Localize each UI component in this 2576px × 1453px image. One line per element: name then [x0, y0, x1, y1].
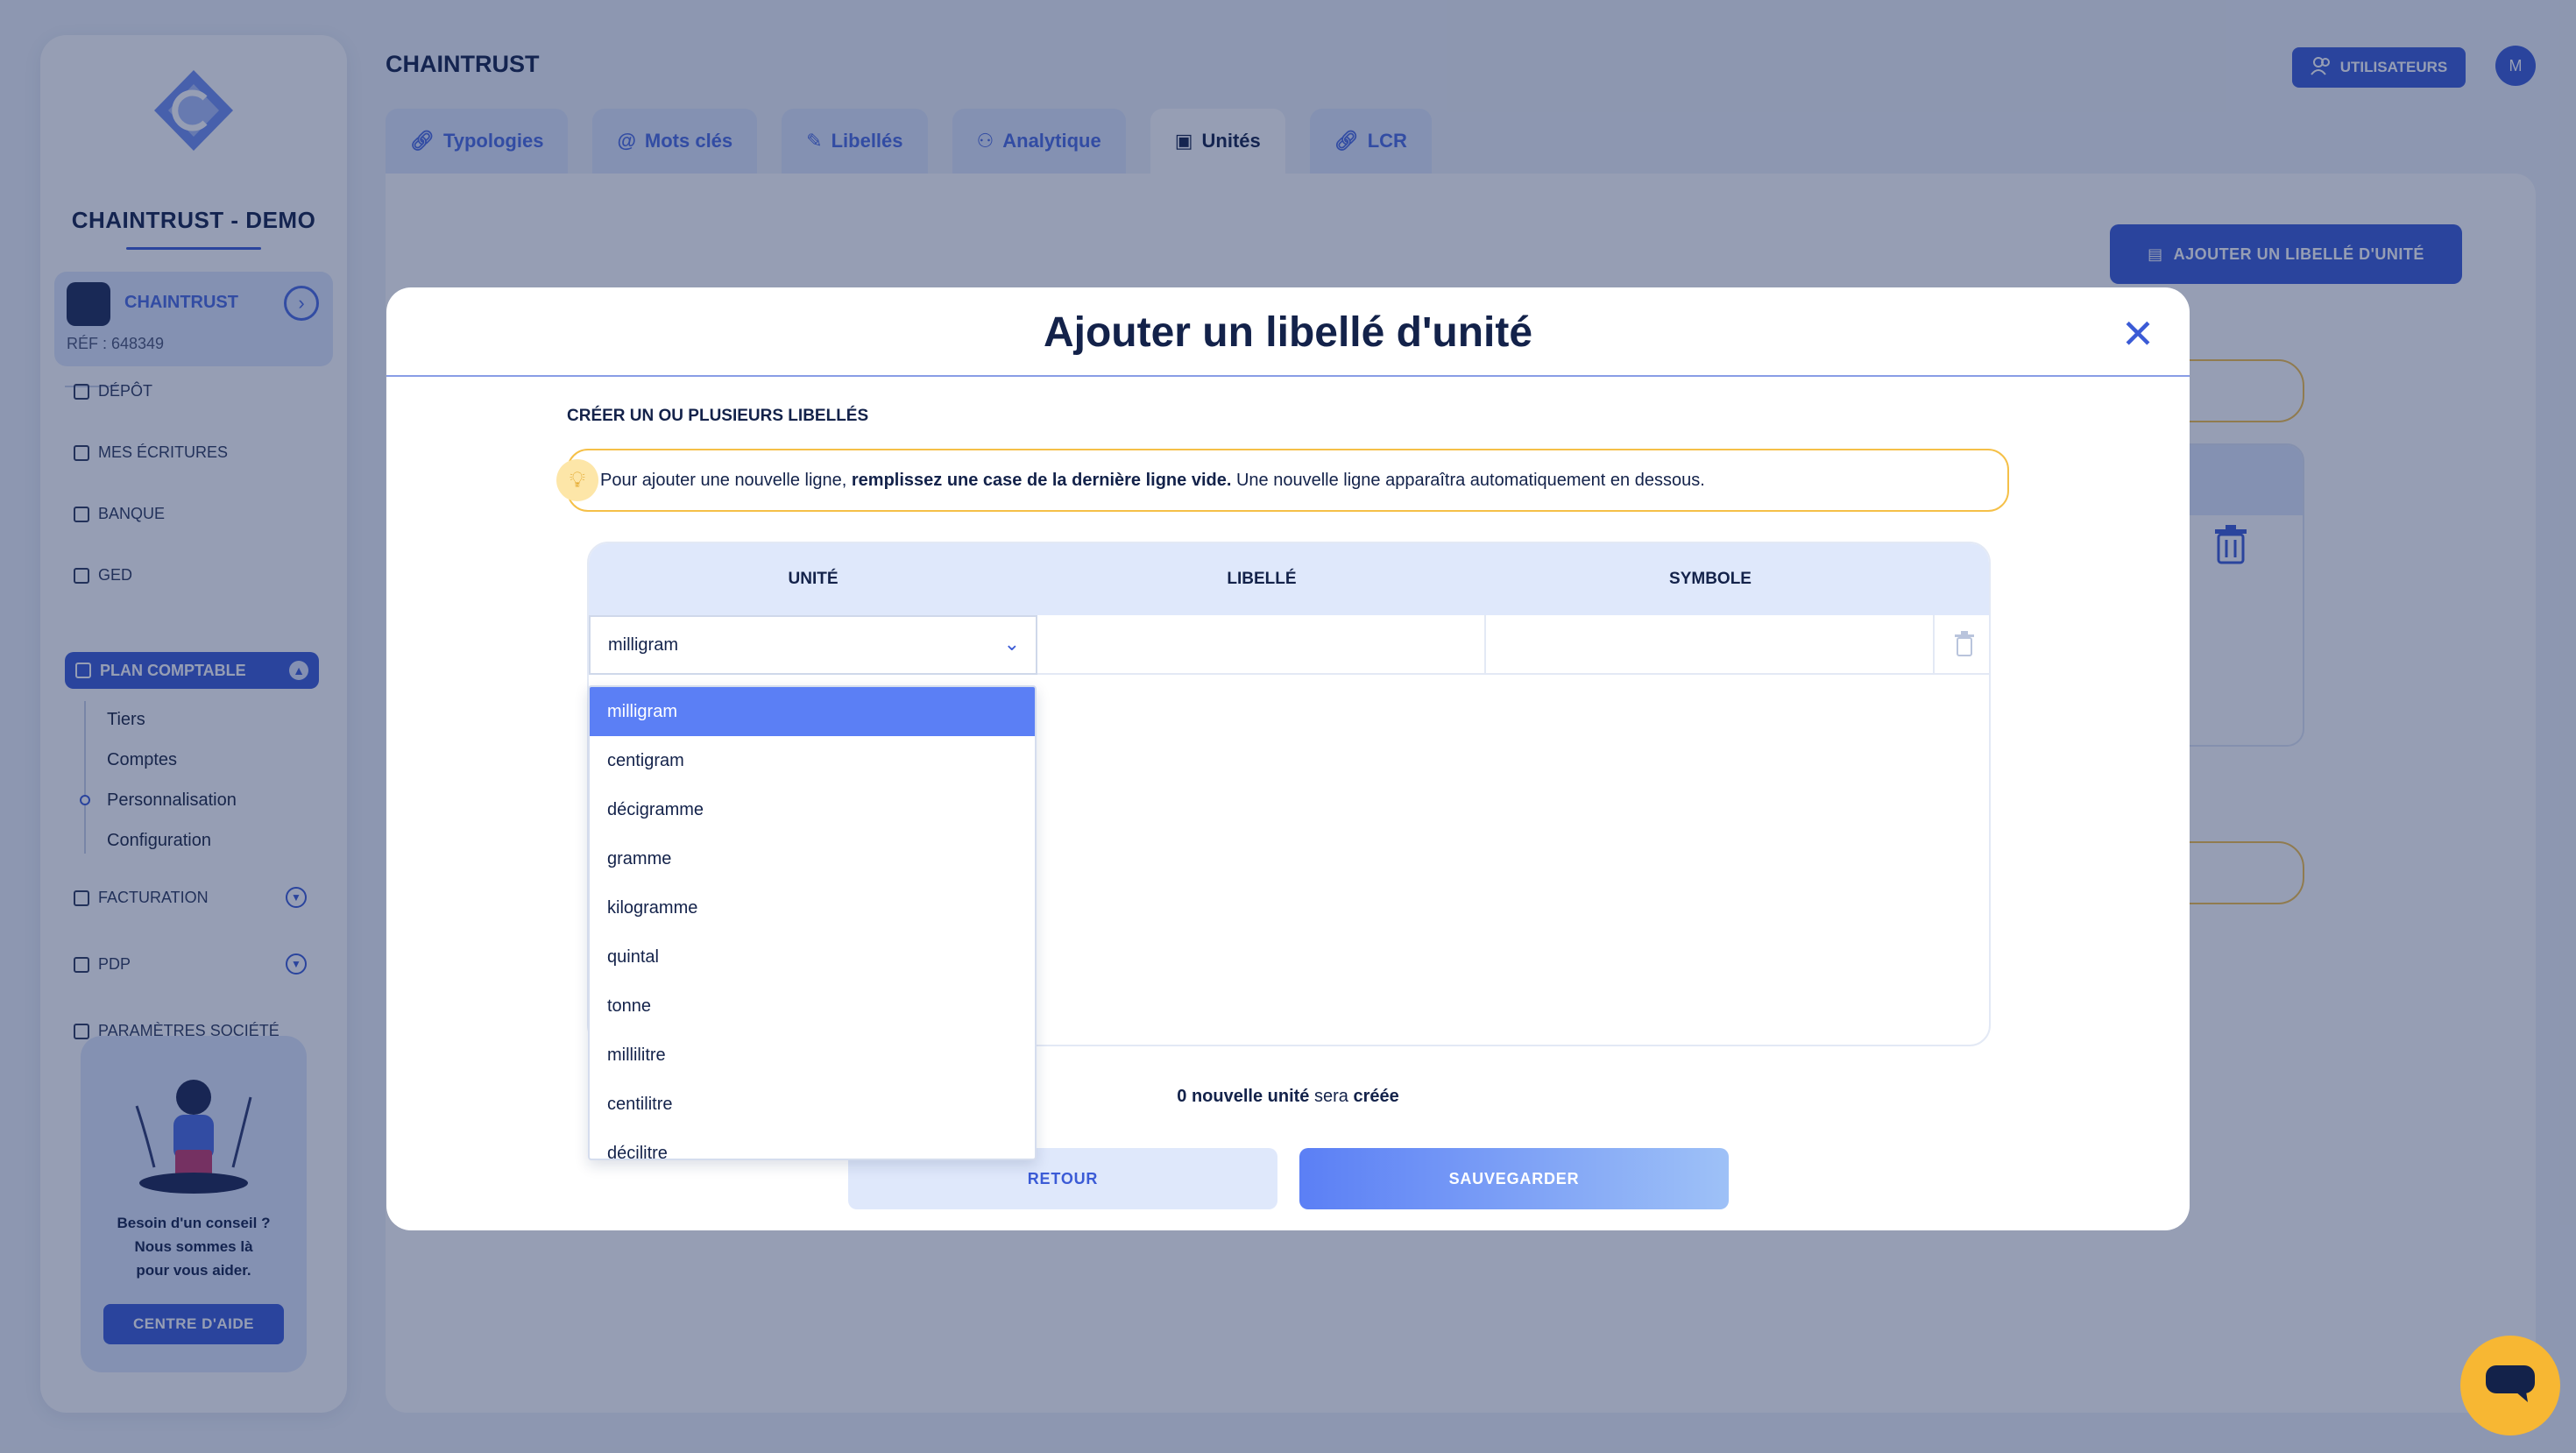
summary-count: 0 nouvelle unité [1177, 1087, 1310, 1106]
dropdown-option[interactable]: kilogramme [590, 883, 1035, 932]
close-icon[interactable]: ✕ [2116, 311, 2160, 357]
column-header-libelle: LIBELLÉ [1227, 570, 1297, 588]
tip-text-bold: remplissez une case de la dernière ligne… [851, 470, 1232, 490]
save-button[interactable]: SAUVEGARDER [1299, 1148, 1729, 1209]
label-input[interactable] [1037, 615, 1486, 675]
lightbulb-icon: 💡︎ [556, 459, 598, 501]
dropdown-option[interactable]: décilitre [590, 1129, 1035, 1159]
column-header-unite: UNITÉ [788, 570, 839, 588]
dropdown-option[interactable]: centilitre [590, 1080, 1035, 1129]
modal-title: Ajouter un libellé d'unité [1043, 309, 1533, 356]
modal-divider [386, 375, 2190, 377]
dropdown-option[interactable]: centigram [590, 736, 1035, 785]
grid-header: UNITÉ LIBELLÉ SYMBOLE [589, 543, 1989, 615]
summary-text: sera [1309, 1087, 1354, 1106]
dropdown-option[interactable]: décigramme [590, 785, 1035, 834]
dropdown-option[interactable]: quintal [590, 932, 1035, 982]
tip-text: Une nouvelle ligne apparaîtra automatiqu… [1231, 470, 1705, 490]
table-row: milligram ⌄ [589, 615, 1989, 675]
symbol-input[interactable] [1486, 615, 1935, 675]
section-label: CRÉER UN OU PLUSIEURS LIBELLÉS [567, 407, 869, 425]
unit-dropdown-list[interactable]: milligram centigram décigramme gramme ki… [588, 685, 1037, 1160]
chevron-down-icon: ⌄ [1003, 633, 1020, 655]
unit-select[interactable]: milligram ⌄ [589, 615, 1037, 675]
tip-banner: 💡︎ Pour ajouter une nouvelle ligne, remp… [556, 449, 2009, 512]
unit-select-value: milligram [608, 634, 678, 655]
dropdown-option[interactable]: gramme [590, 834, 1035, 883]
tip-text: Pour ajouter une nouvelle ligne, [600, 470, 852, 490]
dropdown-option[interactable]: millilitre [590, 1031, 1035, 1080]
trash-icon[interactable] [1954, 631, 1975, 657]
dropdown-option[interactable]: milligram [590, 687, 1035, 736]
chat-icon [2484, 1362, 2537, 1410]
summary-end: créée [1353, 1087, 1399, 1106]
column-header-symbole: SYMBOLE [1669, 570, 1752, 588]
chat-button[interactable] [2460, 1336, 2560, 1435]
dropdown-option[interactable]: tonne [590, 982, 1035, 1031]
